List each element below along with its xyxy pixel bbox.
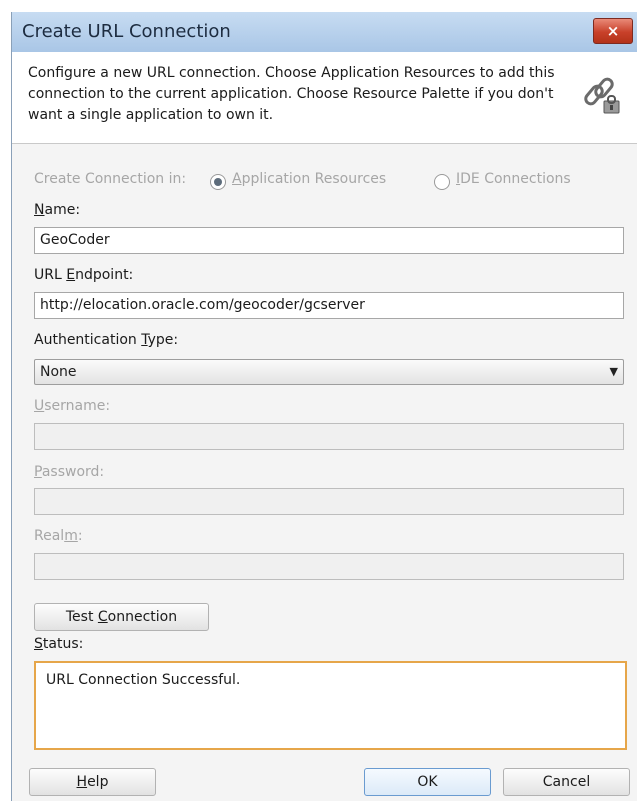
password-label: Password: — [34, 464, 105, 480]
header-panel: Configure a new URL connection. Choose A… — [12, 52, 637, 144]
dialog-description: Configure a new URL connection. Choose A… — [28, 65, 555, 123]
username-label: Username: — [34, 398, 111, 414]
ide-connections-label: IDE Connections — [456, 171, 571, 187]
url-endpoint-input[interactable]: http://elocation.oracle.com/geocoder/gcs… — [34, 292, 624, 319]
url-endpoint-label: URL Endpoint: — [34, 267, 134, 283]
authentication-type-value: None — [40, 364, 77, 380]
application-resources-radio[interactable] — [210, 174, 226, 190]
password-input[interactable] — [34, 488, 624, 515]
username-input[interactable] — [34, 423, 624, 450]
create-connection-in-label: Create Connection in: — [34, 171, 187, 187]
close-button[interactable]: × — [593, 18, 633, 44]
application-resources-label: Application Resources — [232, 171, 387, 187]
authentication-type-select[interactable]: None ▼ — [34, 359, 624, 385]
status-message: URL Connection Successful. — [46, 672, 241, 688]
status-box: URL Connection Successful. — [34, 661, 627, 750]
realm-input[interactable] — [34, 553, 624, 580]
status-label: Status: — [34, 636, 84, 652]
realm-label: Realm: — [34, 528, 83, 544]
authentication-type-label: Authentication Type: — [34, 332, 179, 348]
cancel-button[interactable]: Cancel — [503, 768, 630, 796]
help-button[interactable]: Help — [29, 768, 156, 796]
create-url-connection-dialog: Create URL Connection × Configure a new … — [11, 12, 637, 801]
name-input[interactable]: GeoCoder — [34, 227, 624, 254]
close-icon: × — [606, 22, 620, 40]
test-connection-button[interactable]: Test Connection — [34, 603, 209, 631]
connection-link-icon — [584, 77, 620, 114]
ok-button[interactable]: OK — [364, 768, 491, 796]
dropdown-arrow-icon: ▼ — [609, 365, 618, 378]
name-label: Name: — [34, 202, 81, 218]
dialog-title: Create URL Connection — [22, 21, 231, 42]
ide-connections-radio[interactable] — [434, 174, 450, 190]
title-bar[interactable]: Create URL Connection × — [12, 12, 637, 52]
